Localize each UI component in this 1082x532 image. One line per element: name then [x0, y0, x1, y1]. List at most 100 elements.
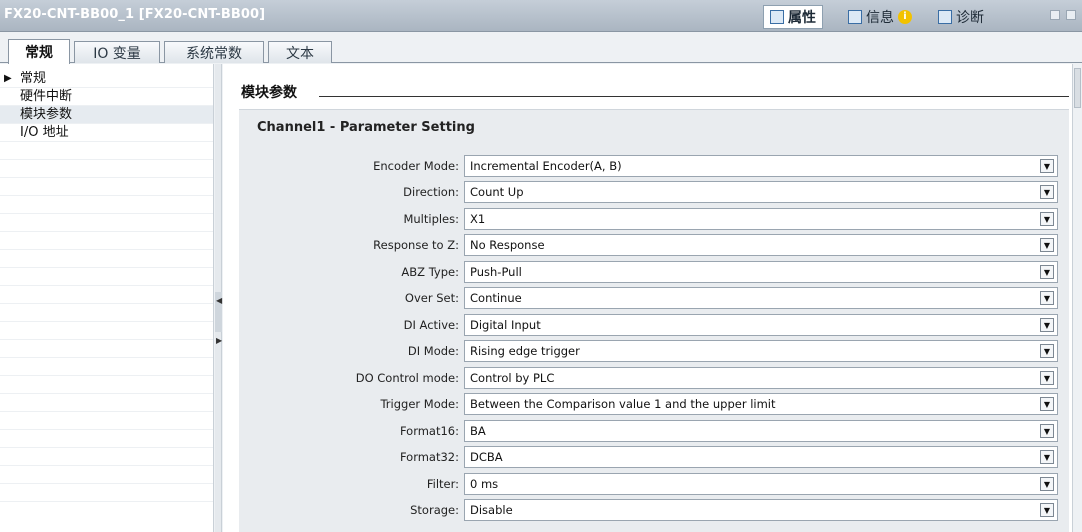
inspector-tab-label: 属性 [788, 10, 816, 26]
param-row: DI Active: Digital Input ▼ [239, 314, 1069, 336]
nav-item-module-parameters[interactable]: 模块参数 [0, 106, 213, 124]
param-label: DO Control mode: [355, 371, 459, 385]
param-row: DI Mode: Rising edge trigger ▼ [239, 340, 1069, 362]
direction-select[interactable]: Count Up ▼ [464, 181, 1058, 203]
chevron-down-icon[interactable]: ▼ [1040, 185, 1054, 199]
over-set-select[interactable]: Continue ▼ [464, 287, 1058, 309]
nav-empty-row [0, 484, 213, 502]
inspector-tab-label: 诊断 [956, 10, 984, 26]
nav-empty-row [0, 448, 213, 466]
nav-empty-row [0, 250, 213, 268]
properties-icon [770, 10, 784, 24]
layout-icon[interactable] [1066, 10, 1076, 20]
chevron-down-icon[interactable]: ▼ [1040, 212, 1054, 226]
format16-select[interactable]: BA ▼ [464, 420, 1058, 442]
filter-select[interactable]: 0 ms ▼ [464, 473, 1058, 495]
param-label: Trigger Mode: [380, 397, 459, 411]
nav-empty-row [0, 340, 213, 358]
multiples-select[interactable]: X1 ▼ [464, 208, 1058, 230]
nav-item-io-addresses[interactable]: I/O 地址 [0, 124, 213, 142]
section-divider [319, 96, 1069, 97]
select-value: Control by PLC [470, 371, 555, 385]
encoder-mode-select[interactable]: Incremental Encoder(A, B) ▼ [464, 155, 1058, 177]
di-active-select[interactable]: Digital Input ▼ [464, 314, 1058, 336]
param-label: Storage: [410, 503, 459, 517]
select-value: Disable [470, 503, 513, 517]
param-row: Format32: DCBA ▼ [239, 446, 1069, 468]
window-controls [1050, 10, 1076, 20]
chevron-down-icon[interactable]: ▼ [1040, 424, 1054, 438]
nav-empty-row [0, 358, 213, 376]
param-row: Storage: Disable ▼ [239, 499, 1069, 521]
chevron-down-icon[interactable]: ▼ [1040, 450, 1054, 464]
chevron-down-icon[interactable]: ▼ [1040, 477, 1054, 491]
param-label: ABZ Type: [401, 265, 459, 279]
expand-arrow-icon[interactable]: ▶ [4, 70, 12, 88]
inspector-tab-diagnostics[interactable]: 诊断 [932, 5, 990, 29]
param-label: Direction: [403, 185, 459, 199]
select-value: Continue [470, 291, 522, 305]
navigation-tree: ▶ 常规 硬件中断 模块参数 I/O 地址 [0, 64, 214, 532]
select-value: 0 ms [470, 477, 499, 491]
nav-empty-row [0, 304, 213, 322]
param-label: Filter: [426, 477, 459, 491]
info-list-icon [848, 10, 862, 24]
chevron-down-icon[interactable]: ▼ [1040, 265, 1054, 279]
do-control-mode-select[interactable]: Control by PLC ▼ [464, 367, 1058, 389]
nav-empty-row [0, 196, 213, 214]
parameter-pane: 模块参数 Channel1 - Parameter Setting Encode… [223, 64, 1072, 532]
pane-splitter[interactable]: ◀ ▶ [215, 64, 222, 532]
param-row: Over Set: Continue ▼ [239, 287, 1069, 309]
nav-item-label: 常规 [20, 71, 47, 86]
tab-general[interactable]: 常规 [8, 39, 70, 64]
nav-empty-row [0, 178, 213, 196]
response-to-z-select[interactable]: No Response ▼ [464, 234, 1058, 256]
nav-item-hardware-interrupts[interactable]: 硬件中断 [0, 88, 213, 106]
chevron-down-icon[interactable]: ▼ [1040, 159, 1054, 173]
inspector-tab-properties[interactable]: 属性 [763, 5, 823, 29]
expand-right-icon[interactable]: ▶ [216, 336, 222, 346]
format32-select[interactable]: DCBA ▼ [464, 446, 1058, 468]
nav-empty-row [0, 232, 213, 250]
vertical-scrollbar[interactable] [1072, 64, 1082, 532]
param-label: Format16: [399, 424, 459, 438]
chevron-down-icon[interactable]: ▼ [1040, 503, 1054, 517]
inspector-tab-info[interactable]: 信息 i [842, 5, 918, 29]
nav-item-general[interactable]: ▶ 常规 [0, 70, 213, 88]
param-row: Filter: 0 ms ▼ [239, 473, 1069, 495]
chevron-down-icon[interactable]: ▼ [1040, 397, 1054, 411]
nav-empty-row [0, 394, 213, 412]
select-value: Push-Pull [470, 265, 522, 279]
param-row: DO Control mode: Control by PLC ▼ [239, 367, 1069, 389]
select-value: X1 [470, 212, 486, 226]
param-row: Trigger Mode: Between the Comparison val… [239, 393, 1069, 415]
nav-empty-row [0, 214, 213, 232]
abz-type-select[interactable]: Push-Pull ▼ [464, 261, 1058, 283]
param-row: Encoder Mode: Incremental Encoder(A, B) ▼ [239, 155, 1069, 177]
nav-empty-row [0, 412, 213, 430]
trigger-mode-select[interactable]: Between the Comparison value 1 and the u… [464, 393, 1058, 415]
scrollbar-thumb[interactable] [1074, 68, 1081, 108]
di-mode-select[interactable]: Rising edge trigger ▼ [464, 340, 1058, 362]
chevron-down-icon[interactable]: ▼ [1040, 371, 1054, 385]
nav-empty-row [0, 376, 213, 394]
nav-empty-row [0, 160, 213, 178]
select-value: Rising edge trigger [470, 344, 580, 358]
param-row: Multiples: X1 ▼ [239, 208, 1069, 230]
chevron-down-icon[interactable]: ▼ [1040, 318, 1054, 332]
restore-icon[interactable] [1050, 10, 1060, 20]
param-row: Direction: Count Up ▼ [239, 181, 1069, 203]
chevron-down-icon[interactable]: ▼ [1040, 291, 1054, 305]
nav-empty-row [0, 322, 213, 340]
param-label: Over Set: [404, 291, 459, 305]
tab-texts[interactable]: 文本 [268, 41, 332, 63]
nav-item-label: 硬件中断 [20, 89, 73, 104]
diagnostics-icon [938, 10, 952, 24]
chevron-down-icon[interactable]: ▼ [1040, 344, 1054, 358]
chevron-down-icon[interactable]: ▼ [1040, 238, 1054, 252]
tab-io-tags[interactable]: IO 变量 [74, 41, 160, 63]
collapse-left-icon[interactable]: ◀ [216, 296, 222, 306]
nav-empty-row [0, 430, 213, 448]
tab-system-constants[interactable]: 系统常数 [164, 41, 264, 63]
storage-select[interactable]: Disable ▼ [464, 499, 1058, 521]
